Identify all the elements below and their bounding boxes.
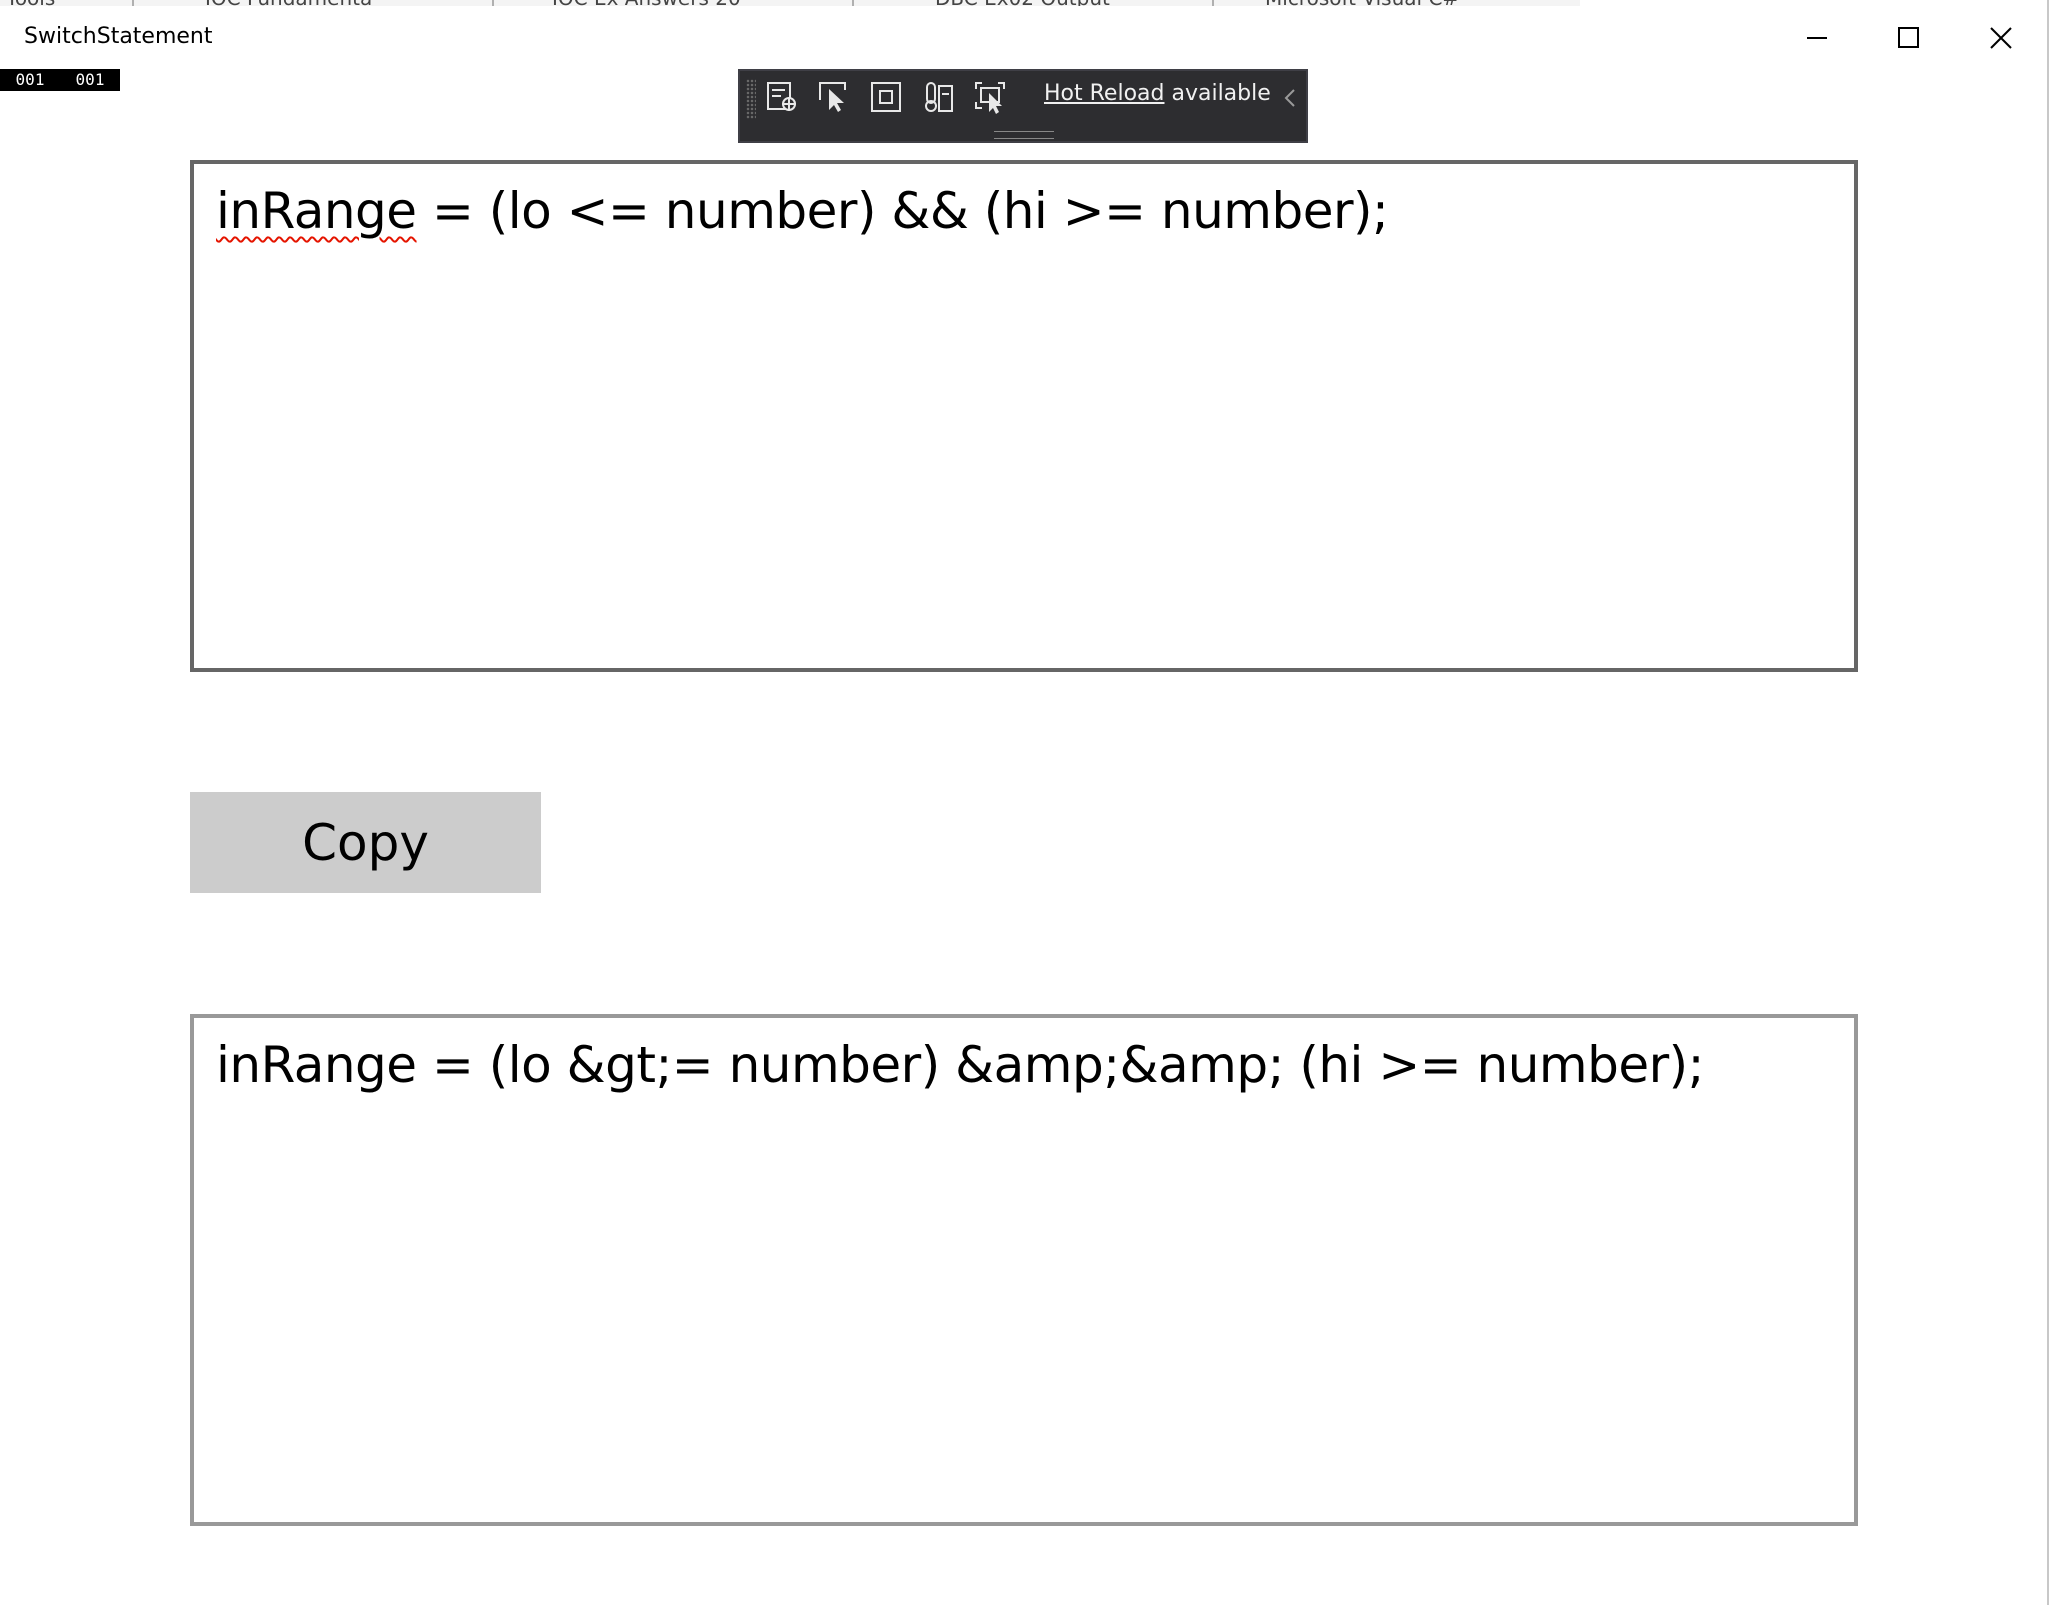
xaml-debug-toolbar: Hot Reload available [738, 69, 1308, 143]
select-element-icon [817, 80, 851, 118]
chevron-left-icon [1283, 87, 1297, 113]
window-title: SwitchStatement [24, 24, 213, 49]
output-textbox[interactable]: inRange = (lo &gt;= number) &amp;&amp; (… [190, 1014, 1858, 1526]
minimize-button[interactable] [1771, 6, 1863, 70]
misspelled-word: inRange [216, 182, 417, 240]
maximize-button[interactable] [1863, 6, 1955, 70]
close-icon [1989, 26, 2013, 50]
frame-counter-right: 001 [75, 70, 105, 89]
toolbar-grip[interactable] [746, 79, 756, 119]
hot-reload-suffix: available [1164, 81, 1271, 106]
preview-selection-icon [973, 80, 1007, 118]
select-element-button[interactable] [812, 79, 856, 119]
copy-button[interactable]: Copy [190, 792, 541, 893]
app-window: SwitchStatement 001 001 Hot Reload avail… [0, 6, 2049, 1605]
frame-counter-left: 001 [15, 70, 45, 89]
hot-reload-link[interactable]: Hot Reload [1044, 81, 1164, 106]
minimize-icon [1805, 26, 1829, 50]
toolbar-drag-handle[interactable] [994, 131, 1054, 139]
display-layout-adorners-button[interactable] [864, 79, 908, 119]
maximize-icon [1897, 26, 1921, 50]
track-focus-icon [921, 80, 955, 118]
input-text: = (lo <= number) && (hi >= number); [416, 182, 1389, 240]
frame-rate-counter: 001 001 [0, 69, 120, 91]
live-visual-tree-icon [765, 80, 799, 118]
track-focus-button[interactable] [916, 79, 960, 119]
close-button[interactable] [1955, 6, 2047, 70]
output-text: inRange = (lo &gt;= number) &amp;&amp; (… [216, 1036, 1705, 1094]
display-layout-adorners-icon [869, 80, 903, 118]
collapse-toolbar-button[interactable] [1280, 85, 1300, 115]
input-textbox[interactable]: inRange = (lo <= number) && (hi >= numbe… [190, 160, 1858, 672]
live-visual-tree-button[interactable] [760, 79, 804, 119]
hot-reload-status: Hot Reload available [1044, 81, 1271, 106]
preview-selection-button[interactable] [968, 79, 1012, 119]
